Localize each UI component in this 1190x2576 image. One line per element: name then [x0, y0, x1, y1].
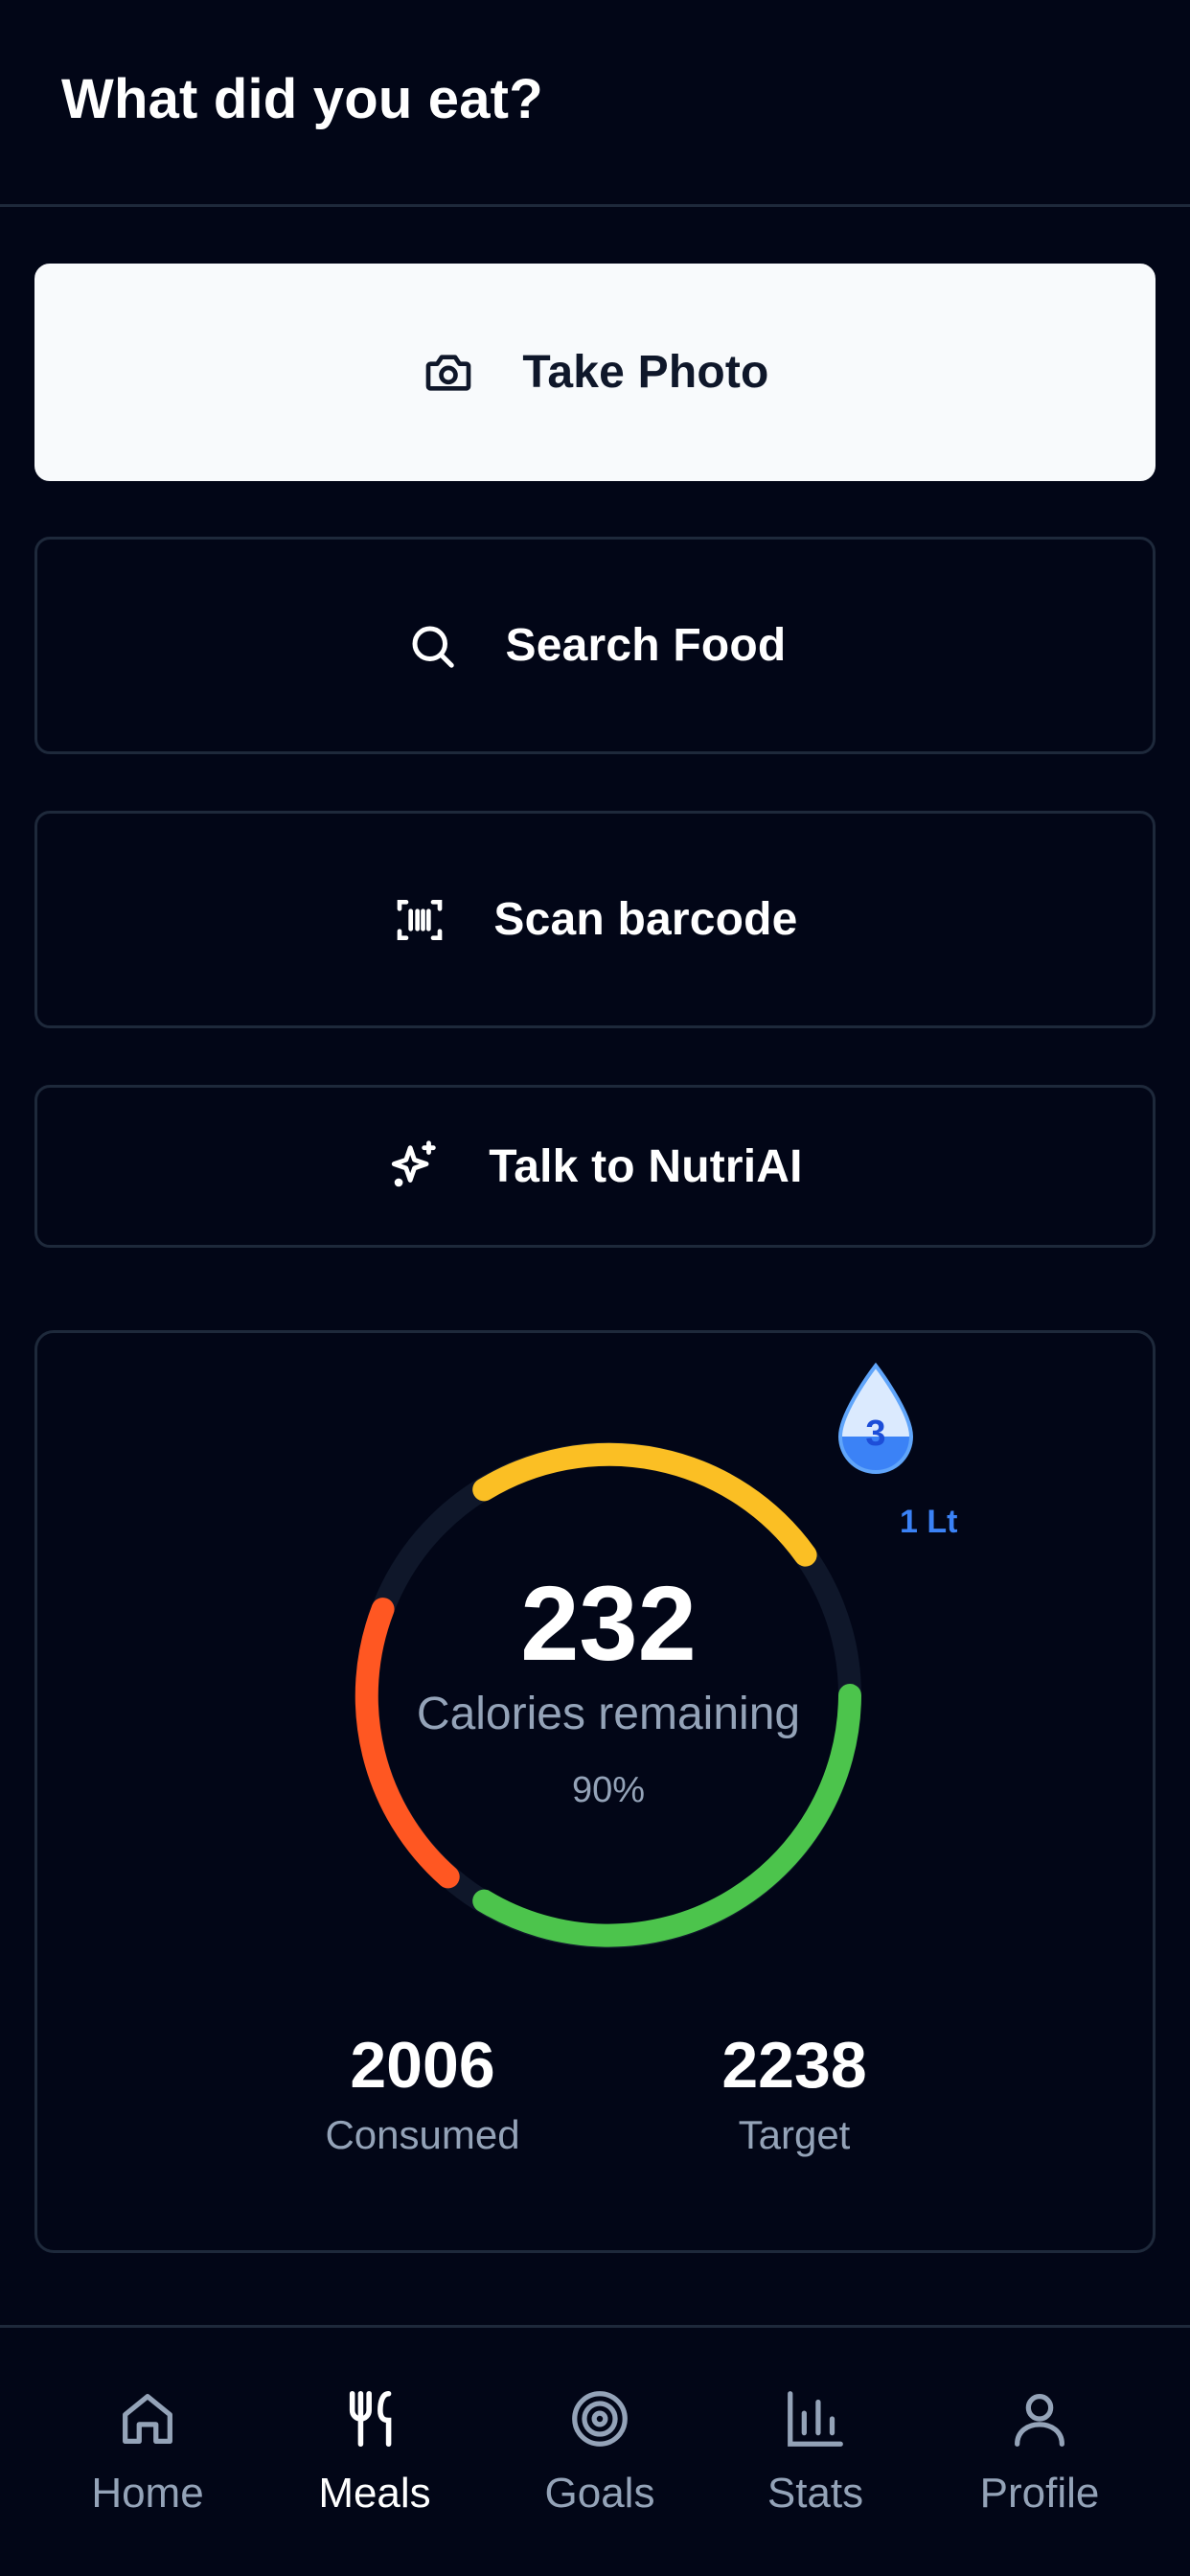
nav-label-home: Home [91, 2470, 204, 2517]
nav-item-profile[interactable]: Profile [934, 2385, 1145, 2518]
calorie-summary-card: 232 Calories remaining 90% 3 1 Lt 2006 C… [34, 1330, 1156, 2253]
sparkles-icon [387, 1138, 443, 1194]
nav-label-profile: Profile [979, 2470, 1100, 2517]
nav-item-goals[interactable]: Goals [494, 2385, 705, 2518]
consumed-value: 2006 [350, 2029, 495, 2102]
target-icon [572, 2391, 628, 2447]
talk-to-nutriai-button[interactable]: Talk to NutriAI [34, 1085, 1156, 1248]
camera-icon [421, 345, 476, 401]
water-amount: 1 Lt [900, 1504, 958, 1540]
bar-chart-icon [788, 2391, 843, 2447]
scan-barcode-button[interactable]: Scan barcode [34, 811, 1156, 1028]
take-photo-button[interactable]: Take Photo [34, 264, 1156, 481]
header: What did you eat? [0, 0, 1190, 207]
calorie-ring-segment-orange [472, 1442, 817, 1567]
nav-label-stats: Stats [767, 2470, 864, 2517]
consumed-stat: 2006 Consumed [269, 2028, 576, 2158]
utensils-icon [349, 2390, 392, 2448]
calories-remaining-value: 232 [520, 1565, 697, 1683]
target-label: Target [738, 2112, 851, 2157]
nav-item-stats[interactable]: Stats [710, 2385, 921, 2518]
target-value: 2238 [721, 2029, 867, 2102]
water-glasses-count: 3 [865, 1414, 886, 1454]
barcode-scan-icon [392, 892, 447, 948]
consumed-label: Consumed [325, 2112, 520, 2157]
calories-percent: 90% [571, 1770, 646, 1810]
nav-label-goals: Goals [544, 2470, 655, 2517]
scan-barcode-label: Scan barcode [493, 894, 798, 945]
nav-item-home[interactable]: Home [42, 2385, 253, 2518]
user-icon [1015, 2394, 1064, 2447]
take-photo-label: Take Photo [522, 347, 769, 398]
search-icon [404, 618, 460, 674]
talk-to-nutriai-label: Talk to NutriAI [489, 1140, 803, 1192]
home-icon [123, 2394, 172, 2444]
meals-screen: What did you eat? Take Photo Search Food [0, 0, 1190, 2576]
search-food-label: Search Food [505, 620, 787, 671]
nav-label-meals: Meals [318, 2470, 431, 2517]
page-title: What did you eat? [61, 68, 543, 130]
calories-remaining-label: Calories remaining [416, 1689, 801, 1739]
target-stat: 2238 Target [641, 2028, 948, 2158]
search-food-button[interactable]: Search Food [34, 537, 1156, 754]
nav-item-meals[interactable]: Meals [269, 2385, 480, 2518]
bottom-nav: Home Meals Goals Stats Profile [0, 2325, 1190, 2576]
